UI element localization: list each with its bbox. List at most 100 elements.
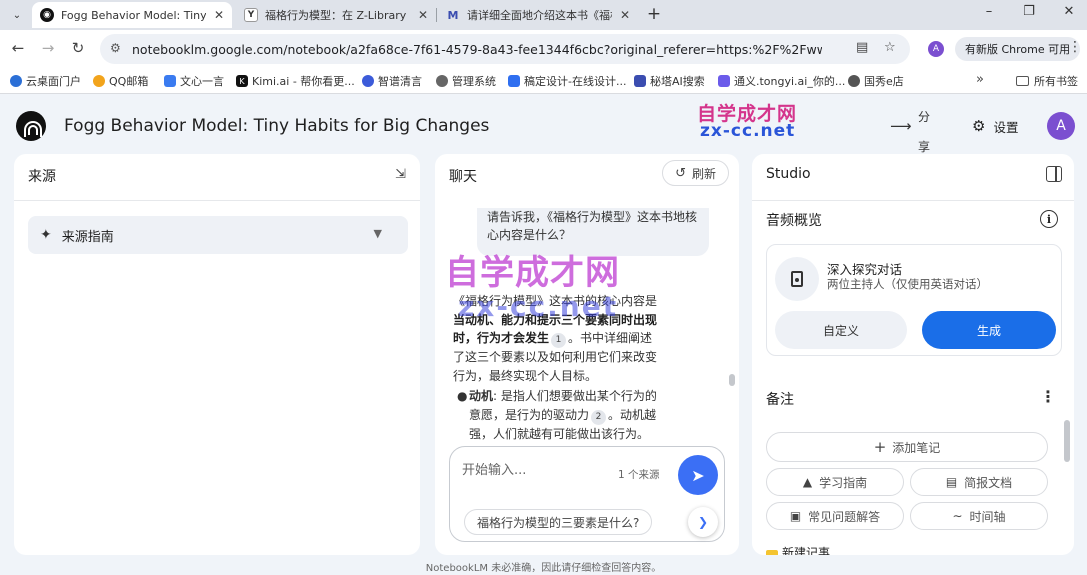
tab-kimi[interactable]: M 请详细全面地介绍这本书《福格 ✕ <box>438 2 638 28</box>
panel-toggle-icon[interactable] <box>1046 166 1062 182</box>
suggested-question[interactable]: 福格行为模型的三要素是什么? <box>464 509 653 535</box>
source-guide-item[interactable]: ✦ 来源指南 ▼ <box>28 216 408 254</box>
kimi-icon: M <box>447 8 459 22</box>
tab-title: 请详细全面地介绍这本书《福格 <box>467 9 612 22</box>
bookmark-item[interactable]: 稿定设计-在线设计... <box>508 73 626 89</box>
bookmark-item[interactable]: 文心一言 <box>164 73 224 89</box>
install-app-icon[interactable]: ▤ <box>856 40 868 55</box>
share-icon[interactable]: ⟶ <box>890 117 912 135</box>
bookmark-item[interactable]: K Kimi.ai - 帮你看更... <box>236 73 355 89</box>
plus-icon: + <box>873 438 887 456</box>
faq-button[interactable]: ▣ 常见问题解答 <box>766 502 904 530</box>
wenxin-icon <box>164 75 176 87</box>
address-bar[interactable]: ⚙ notebooklm.google.com/notebook/a2fa68c… <box>100 34 910 64</box>
bookmark-item[interactable]: 管理系统 <box>436 73 496 89</box>
audio-overview-title: 音频概览 <box>766 213 822 229</box>
studio-scrollbar[interactable] <box>1064 420 1070 462</box>
refresh-button[interactable]: ↺ 刷新 <box>662 160 729 186</box>
customize-button[interactable]: 自定义 <box>775 311 907 349</box>
chat-title: 聊天 <box>449 169 477 185</box>
bookmark-item[interactable]: QQ邮箱 <box>93 73 148 89</box>
tongyi-icon <box>718 75 730 87</box>
audio-card-subtitle: 两位主持人（仅使用英语对话） <box>827 277 988 291</box>
browser-toolbar: ← → ↻ ⚙ notebooklm.google.com/notebook/a… <box>0 30 1087 68</box>
profile-avatar[interactable]: A <box>928 41 944 57</box>
settings-button[interactable]: ⚙ 设置 <box>962 110 1028 142</box>
forward-arrow-icon[interactable]: → <box>38 39 58 57</box>
qq-mail-icon <box>93 75 105 87</box>
bookmark-item[interactable]: 云桌面门户 <box>10 73 81 89</box>
bookmark-item[interactable]: 秘塔AI搜索 <box>634 73 705 89</box>
close-icon[interactable]: ✕ <box>418 8 428 22</box>
notebooklm-logo-icon[interactable] <box>16 111 46 141</box>
generate-button[interactable]: 生成 <box>922 311 1056 349</box>
tab-title: 福格行为模型：在 Z-Library 上 <box>265 9 410 22</box>
bookmark-item[interactable]: 智谱清言 <box>362 73 422 89</box>
gaoding-icon <box>508 75 520 87</box>
citation-marker[interactable]: 2 <box>591 409 607 425</box>
restore-icon[interactable]: ❐ <box>1019 4 1039 19</box>
close-icon[interactable]: ✕ <box>214 8 224 22</box>
new-tab-button[interactable]: + <box>644 4 664 24</box>
tab-zlibrary[interactable]: Y 福格行为模型：在 Z-Library 上 ✕ <box>236 2 436 28</box>
chat-composer: 1 个来源 ➤ 福格行为模型的三要素是什么? ❯ <box>449 446 725 542</box>
site-info-icon[interactable]: ⚙ <box>110 41 121 55</box>
chat-scrollbar[interactable] <box>729 374 735 386</box>
send-icon: ➤ <box>691 465 705 485</box>
refresh-icon: ↺ <box>675 165 686 181</box>
folder-icon <box>1016 76 1029 86</box>
all-bookmarks-button[interactable]: 所有书签 <box>1016 73 1078 89</box>
send-button[interactable]: ➤ <box>678 455 718 495</box>
tab-strip: ⌄ ◉ Fogg Behavior Model: Tiny H ✕ Y 福格行为… <box>0 0 1087 30</box>
briefing-doc-button[interactable]: ▤ 简报文档 <box>910 468 1048 496</box>
timeline-icon: ∼ <box>952 509 963 523</box>
watermark: zx-cc.net <box>700 121 796 141</box>
bookmark-item[interactable]: 通义.tongyi.ai_你的... <box>718 73 845 89</box>
reload-icon[interactable]: ↻ <box>68 39 88 57</box>
sources-panel: 来源 ⇲ ✦ 来源指南 ▼ <box>14 154 420 555</box>
chevron-right-icon[interactable]: ❯ <box>688 507 718 537</box>
document-icon: ▤ <box>945 475 958 489</box>
zhipu-icon <box>362 75 374 87</box>
collapse-panel-icon[interactable]: ⇲ <box>395 167 406 182</box>
tab-notebooklm[interactable]: ◉ Fogg Behavior Model: Tiny H ✕ <box>32 2 232 28</box>
chat-input[interactable] <box>462 463 602 478</box>
window-close-icon[interactable]: ✕ <box>1059 4 1079 19</box>
source-guide-label: 来源指南 <box>61 229 114 245</box>
new-note-item[interactable]: 新建记事 <box>782 544 830 555</box>
back-arrow-icon[interactable]: ← <box>8 39 28 57</box>
divider <box>14 200 420 201</box>
chat-panel: 聊天 ↺ 刷新 请告诉我，《福格行为模型》这本书地核心内容是什么？ 《福格行为模… <box>435 154 739 555</box>
share-button[interactable]: 分享 <box>918 102 932 162</box>
more-bookmarks-icon[interactable]: » <box>976 72 984 87</box>
bullet-term: 动机 <box>469 389 494 403</box>
bookmark-star-icon[interactable]: ☆ <box>884 40 896 55</box>
bookmark-item[interactable]: 国秀e店 <box>848 73 904 89</box>
add-note-button[interactable]: + 添加笔记 <box>766 432 1048 462</box>
watermark: 自学成才网 <box>445 253 620 293</box>
minimize-icon[interactable]: – <box>979 4 999 19</box>
citation-marker[interactable]: 1 <box>551 333 567 348</box>
sources-title: 来源 <box>28 169 56 185</box>
tab-title: Fogg Behavior Model: Tiny H <box>61 8 206 22</box>
chrome-update-button[interactable]: 有新版 Chrome 可用 <box>955 37 1081 61</box>
chat-bubble-icon: ▣ <box>789 509 802 523</box>
chevron-down-icon[interactable]: ▼ <box>374 227 382 240</box>
notes-menu-icon[interactable]: ⋮ <box>1040 387 1056 406</box>
divider <box>752 200 1074 201</box>
note-icon <box>766 550 778 555</box>
account-avatar[interactable]: A <box>1047 112 1075 140</box>
bookmarks-bar: 云桌面门户 QQ邮箱 文心一言 K Kimi.ai - 帮你看更... 智谱清言 … <box>0 68 1087 94</box>
info-icon[interactable]: i <box>1040 210 1058 228</box>
browser-menu-icon[interactable]: ⋮ <box>1068 39 1082 55</box>
timeline-button[interactable]: ∼ 时间轴 <box>910 502 1048 530</box>
user-message-text: 请告诉我，《福格行为模型》这本书地核心内容是什么？ <box>487 210 698 242</box>
notebooklm-icon: ◉ <box>40 8 54 22</box>
notebook-title[interactable]: Fogg Behavior Model: Tiny Habits for Big… <box>64 116 489 136</box>
study-guide-button[interactable]: ▲ 学习指南 <box>766 468 904 496</box>
cloud-desktop-icon <box>10 75 22 87</box>
url-text[interactable]: notebooklm.google.com/notebook/a2fa68ce-… <box>132 42 822 57</box>
tab-search-chevron-icon[interactable]: ⌄ <box>6 4 28 26</box>
answer-bullet: ● 动机: 是指人们想要做出某个行为的意愿，是行为的驱动力 2 。动机越强，人们就越… <box>457 389 657 441</box>
close-icon[interactable]: ✕ <box>620 8 630 22</box>
